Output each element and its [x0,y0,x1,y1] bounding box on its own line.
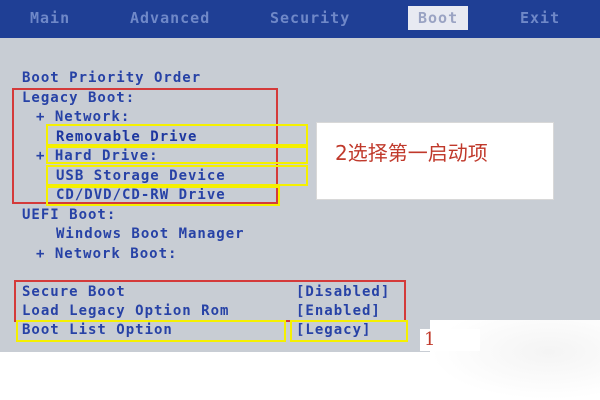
cd-dvd-highlight [46,186,280,206]
tab-main[interactable]: Main [30,6,70,30]
bios-menu-bar: Main Advanced Security Boot Exit [0,0,600,38]
step-number: 1 [424,329,436,350]
usb-storage-highlight [46,165,308,186]
bios-screen: Main Advanced Security Boot Exit Boot Pr… [0,0,600,352]
tab-security[interactable]: Security [270,6,350,30]
uefi-boot-label: UEFI Boot: [22,207,117,223]
boot-list-label-highlight [16,320,286,342]
tab-exit[interactable]: Exit [520,6,560,30]
removable-drive-highlight [46,124,308,146]
windows-boot-manager-item[interactable]: Windows Boot Manager [56,226,245,242]
network-boot-group[interactable]: + Network Boot: [36,246,177,262]
tab-boot[interactable]: Boot [408,6,469,30]
step-marker: 1 [420,329,480,351]
boot-priority-order-title: Boot Priority Order [22,70,202,86]
tab-advanced[interactable]: Advanced [130,6,210,30]
hard-drive-highlight [46,146,308,164]
annotation-callout: 2选择第一启动项 [316,122,554,200]
annotation-text: 2选择第一启动项 [335,141,488,165]
settings-highlight [14,280,406,322]
boot-list-value-highlight [290,320,408,342]
